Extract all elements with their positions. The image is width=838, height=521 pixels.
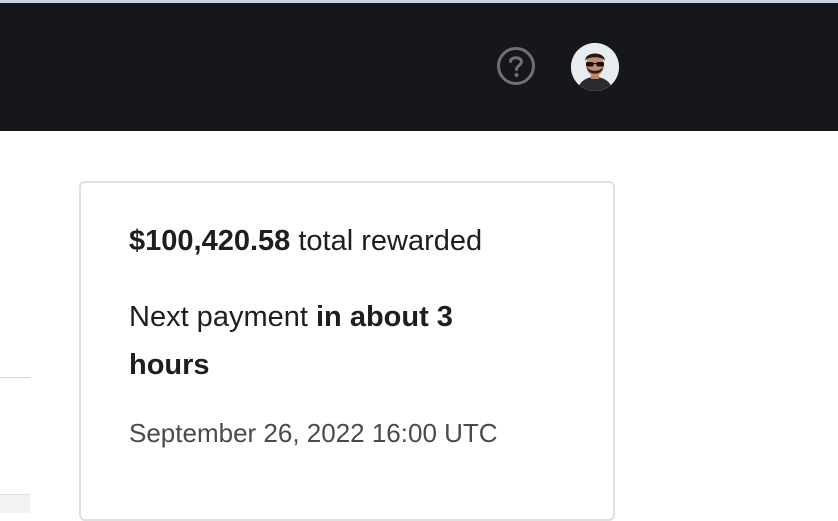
help-icon[interactable] [496,46,536,86]
next-payment-date: September 26, 2022 16:00 UTC [129,418,498,448]
left-panel-divider [0,377,30,378]
user-avatar[interactable] [571,43,619,91]
total-rewarded-line: $100,420.58 total rewarded [129,221,482,261]
next-payment-label: Next payment [129,301,316,333]
top-navigation-bar [0,3,838,131]
total-rewarded-amount: $100,420.58 [129,225,291,257]
total-rewarded-label: total rewarded [290,225,483,257]
next-payment-line: Next payment in about 3 hours [129,293,529,389]
rewards-summary-card: $100,420.58 total rewarded Next payment … [79,181,615,521]
left-panel-footer [0,494,30,513]
